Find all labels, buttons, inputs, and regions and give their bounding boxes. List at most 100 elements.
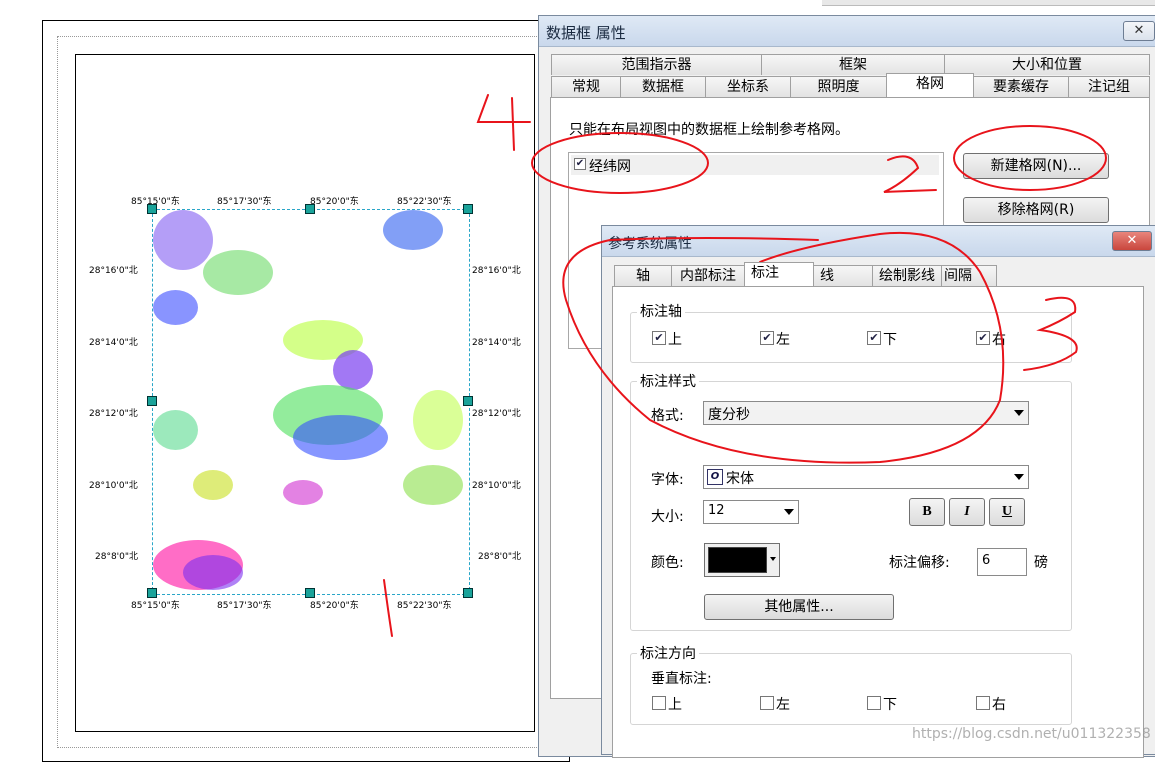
dialog-titlebar[interactable]: 数据框 属性 <box>539 16 1155 47</box>
map-patch <box>403 465 463 505</box>
tab-label: 间隔 <box>944 268 972 284</box>
tick-label-left: 28°12'0"北 <box>89 409 138 419</box>
vertical-bottom-checkbox[interactable] <box>867 696 881 710</box>
tab-feature-cache[interactable]: 要素缓存 <box>973 76 1069 97</box>
selection-handle[interactable] <box>147 396 157 406</box>
tab-hatches[interactable]: 绘制影线 <box>872 265 942 286</box>
axis-left-label: 左 <box>776 332 790 348</box>
vertical-right-checkbox[interactable] <box>976 696 990 710</box>
tab-label: 格网 <box>916 76 944 92</box>
tab-general[interactable]: 常规 <box>551 76 621 97</box>
map-patch <box>413 390 463 450</box>
raster-map[interactable] <box>152 209 470 595</box>
new-grid-label: 新建格网(N)... <box>990 158 1082 174</box>
color-picker[interactable] <box>704 543 780 577</box>
tab-label: 线 <box>820 268 834 284</box>
dialog-titlebar[interactable]: 参考系统属性 <box>602 226 1155 257</box>
font-label: 字体: <box>651 472 684 488</box>
tab-lines[interactable]: 线 <box>813 265 873 286</box>
tab-extent-indicator[interactable]: 范围指示器 <box>551 54 762 75</box>
map-patch <box>203 250 273 295</box>
bold-button[interactable]: B <box>909 498 945 526</box>
font-select[interactable]: O 宋体 <box>703 465 1029 489</box>
axis-top-checkbox[interactable]: ✔ <box>652 331 666 345</box>
map-patch <box>193 470 233 500</box>
tab-label: 内部标注 <box>680 268 736 284</box>
tab-interior-labels[interactable]: 内部标注 <box>671 265 745 286</box>
tick-label-right: 28°14'0"北 <box>472 338 521 348</box>
selection-handle[interactable] <box>305 588 315 598</box>
format-select[interactable]: 度分秒 <box>703 401 1029 425</box>
axis-top-label: 上 <box>668 332 682 348</box>
selection-handle[interactable] <box>147 588 157 598</box>
italic-icon: I <box>964 504 970 519</box>
offset-value: 6 <box>982 553 991 568</box>
size-label: 大小: <box>651 509 684 525</box>
map-patch <box>153 210 213 270</box>
underline-button[interactable]: U <box>989 498 1025 526</box>
underline-icon: U <box>1001 504 1013 519</box>
watermark: https://blog.csdn.net/u011322358 <box>912 726 1151 742</box>
tab-label: 照明度 <box>817 79 860 95</box>
selection-handle[interactable] <box>463 204 473 214</box>
tab-label: 要素缓存 <box>993 79 1049 95</box>
tab-size-position[interactable]: 大小和位置 <box>944 54 1150 75</box>
offset-input[interactable]: 6 <box>977 548 1027 576</box>
tick-label-left: 28°14'0"北 <box>89 338 138 348</box>
close-icon: ✕ <box>1133 23 1145 38</box>
bold-icon: B <box>922 504 932 519</box>
layout-view[interactable]: 85°15'0"东 85°17'30"东 85°20'0"东 85°22'30"… <box>0 0 570 762</box>
tab-intervals[interactable]: 间隔 <box>941 265 997 286</box>
grid-list-item[interactable]: ✔ 经纬网 <box>571 155 939 175</box>
tab-label: 数据框 <box>642 79 684 95</box>
remove-grid-label: 移除格网(R) <box>997 202 1075 218</box>
color-swatch <box>708 547 767 573</box>
close-button[interactable]: ✕ <box>1112 231 1152 251</box>
tab-label: 范围指示器 <box>621 57 692 73</box>
color-label: 颜色: <box>651 555 684 571</box>
tab-axes[interactable]: 轴 <box>614 265 672 286</box>
tab-frame[interactable]: 框架 <box>761 54 945 75</box>
tab-label: 绘制影线 <box>879 268 935 284</box>
tab-data-frame[interactable]: 数据框 <box>620 76 706 97</box>
italic-button[interactable]: I <box>949 498 985 526</box>
selection-handle[interactable] <box>463 396 473 406</box>
dialog-title: 数据框 属性 <box>546 24 626 42</box>
more-properties-button[interactable]: 其他属性... <box>704 594 894 620</box>
new-grid-button[interactable]: 新建格网(N)... <box>963 153 1109 179</box>
tab-coordinate-system[interactable]: 坐标系 <box>705 76 791 97</box>
axis-bottom-label: 下 <box>883 332 897 348</box>
grid-checkbox[interactable]: ✔ <box>574 158 586 170</box>
axis-bottom-checkbox[interactable]: ✔ <box>867 331 881 345</box>
size-select[interactable]: 12 <box>703 500 799 524</box>
dialog-title: 参考系统属性 <box>608 236 692 252</box>
tab-label: 常规 <box>572 79 600 95</box>
format-value: 度分秒 <box>708 407 750 423</box>
vertical-labels-label: 垂直标注: <box>651 671 712 687</box>
remove-grid-button[interactable]: 移除格网(R) <box>963 197 1109 223</box>
map-patch <box>383 210 443 250</box>
tab-grids[interactable]: 格网 <box>886 73 974 97</box>
tick-label-right: 28°16'0"北 <box>472 266 521 276</box>
tab-labels[interactable]: 标注 <box>744 262 814 286</box>
label-axes-title: 标注轴 <box>637 301 685 321</box>
selection-handle[interactable] <box>463 588 473 598</box>
tick-label-right: 28°10'0"北 <box>472 481 521 491</box>
tick-label-right: 28°8'0"北 <box>478 552 522 562</box>
close-button[interactable]: ✕ <box>1123 21 1155 41</box>
tick-label-top: 85°17'30"东 <box>217 197 272 207</box>
tab-label: 坐标系 <box>727 79 769 95</box>
grid-note: 只能在布局视图中的数据框上绘制参考格网。 <box>569 122 849 138</box>
vertical-top-checkbox[interactable] <box>652 696 666 710</box>
vertical-right-label: 右 <box>992 697 1006 713</box>
grid-item-label: 经纬网 <box>589 159 631 175</box>
tick-label-left: 28°10'0"北 <box>89 481 138 491</box>
tick-label-left: 28°8'0"北 <box>95 552 139 562</box>
axis-right-checkbox[interactable]: ✔ <box>976 331 990 345</box>
tick-label-bottom: 85°22'30"东 <box>397 601 452 611</box>
tab-illumination[interactable]: 照明度 <box>790 76 887 97</box>
axis-left-checkbox[interactable]: ✔ <box>760 331 774 345</box>
vertical-left-checkbox[interactable] <box>760 696 774 710</box>
tab-annotation-groups[interactable]: 注记组 <box>1068 76 1150 97</box>
more-properties-label: 其他属性... <box>764 599 834 615</box>
